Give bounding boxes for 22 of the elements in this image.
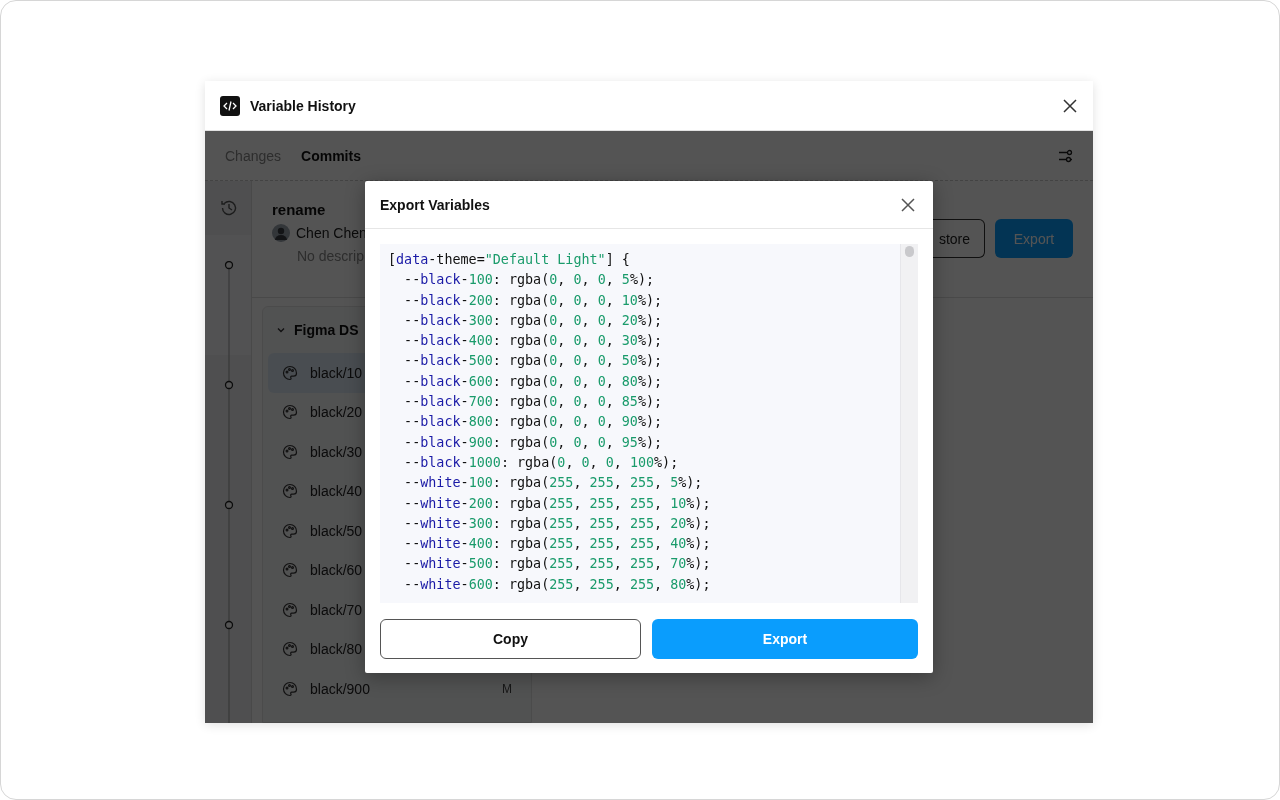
code-line: [data-theme="Default Light"] { bbox=[388, 251, 630, 269]
code-line: --black-500: rgba(0, 0, 0, 50%); bbox=[403, 352, 663, 371]
code-line: --white-500: rgba(255, 255, 255, 70%); bbox=[403, 555, 711, 574]
code-line: --white-400: rgba(255, 255, 255, 40%); bbox=[403, 535, 711, 554]
commit-title: rename bbox=[272, 201, 327, 218]
code-line: --white-600: rgba(255, 255, 255, 80%); bbox=[403, 575, 711, 594]
code-line: --black-400: rgba(0, 0, 0, 30%); bbox=[403, 332, 663, 351]
code-line: --black-900: rgba(0, 0, 0, 95%); bbox=[403, 433, 663, 452]
code-line: --black-100: rgba(0, 0, 0, 5%); bbox=[403, 271, 655, 290]
code-line: --white-100: rgba(255, 255, 255, 5%); bbox=[403, 474, 703, 493]
code-line: --black-800: rgba(0, 0, 0, 90%); bbox=[403, 413, 663, 432]
code-line: --black-1000: rgba(0, 0, 0, 100%); bbox=[403, 453, 679, 472]
collection-name: Figma DS bbox=[294, 322, 359, 338]
code-line: --black-600: rgba(0, 0, 0, 80%); bbox=[403, 372, 663, 391]
code-line: --black-200: rgba(0, 0, 0, 10%); bbox=[403, 291, 663, 310]
code-line: --black-700: rgba(0, 0, 0, 85%); bbox=[403, 393, 663, 412]
code-line: --black-300: rgba(0, 0, 0, 20%); bbox=[403, 311, 663, 330]
code-line: --white-200: rgba(255, 255, 255, 10%); bbox=[403, 494, 711, 513]
window-title: Variable History bbox=[250, 97, 357, 114]
dialog-title: Export Variables bbox=[380, 196, 490, 213]
code-line: --white-300: rgba(255, 255, 255, 20%); bbox=[403, 514, 711, 533]
status-letter: M bbox=[501, 681, 513, 696]
